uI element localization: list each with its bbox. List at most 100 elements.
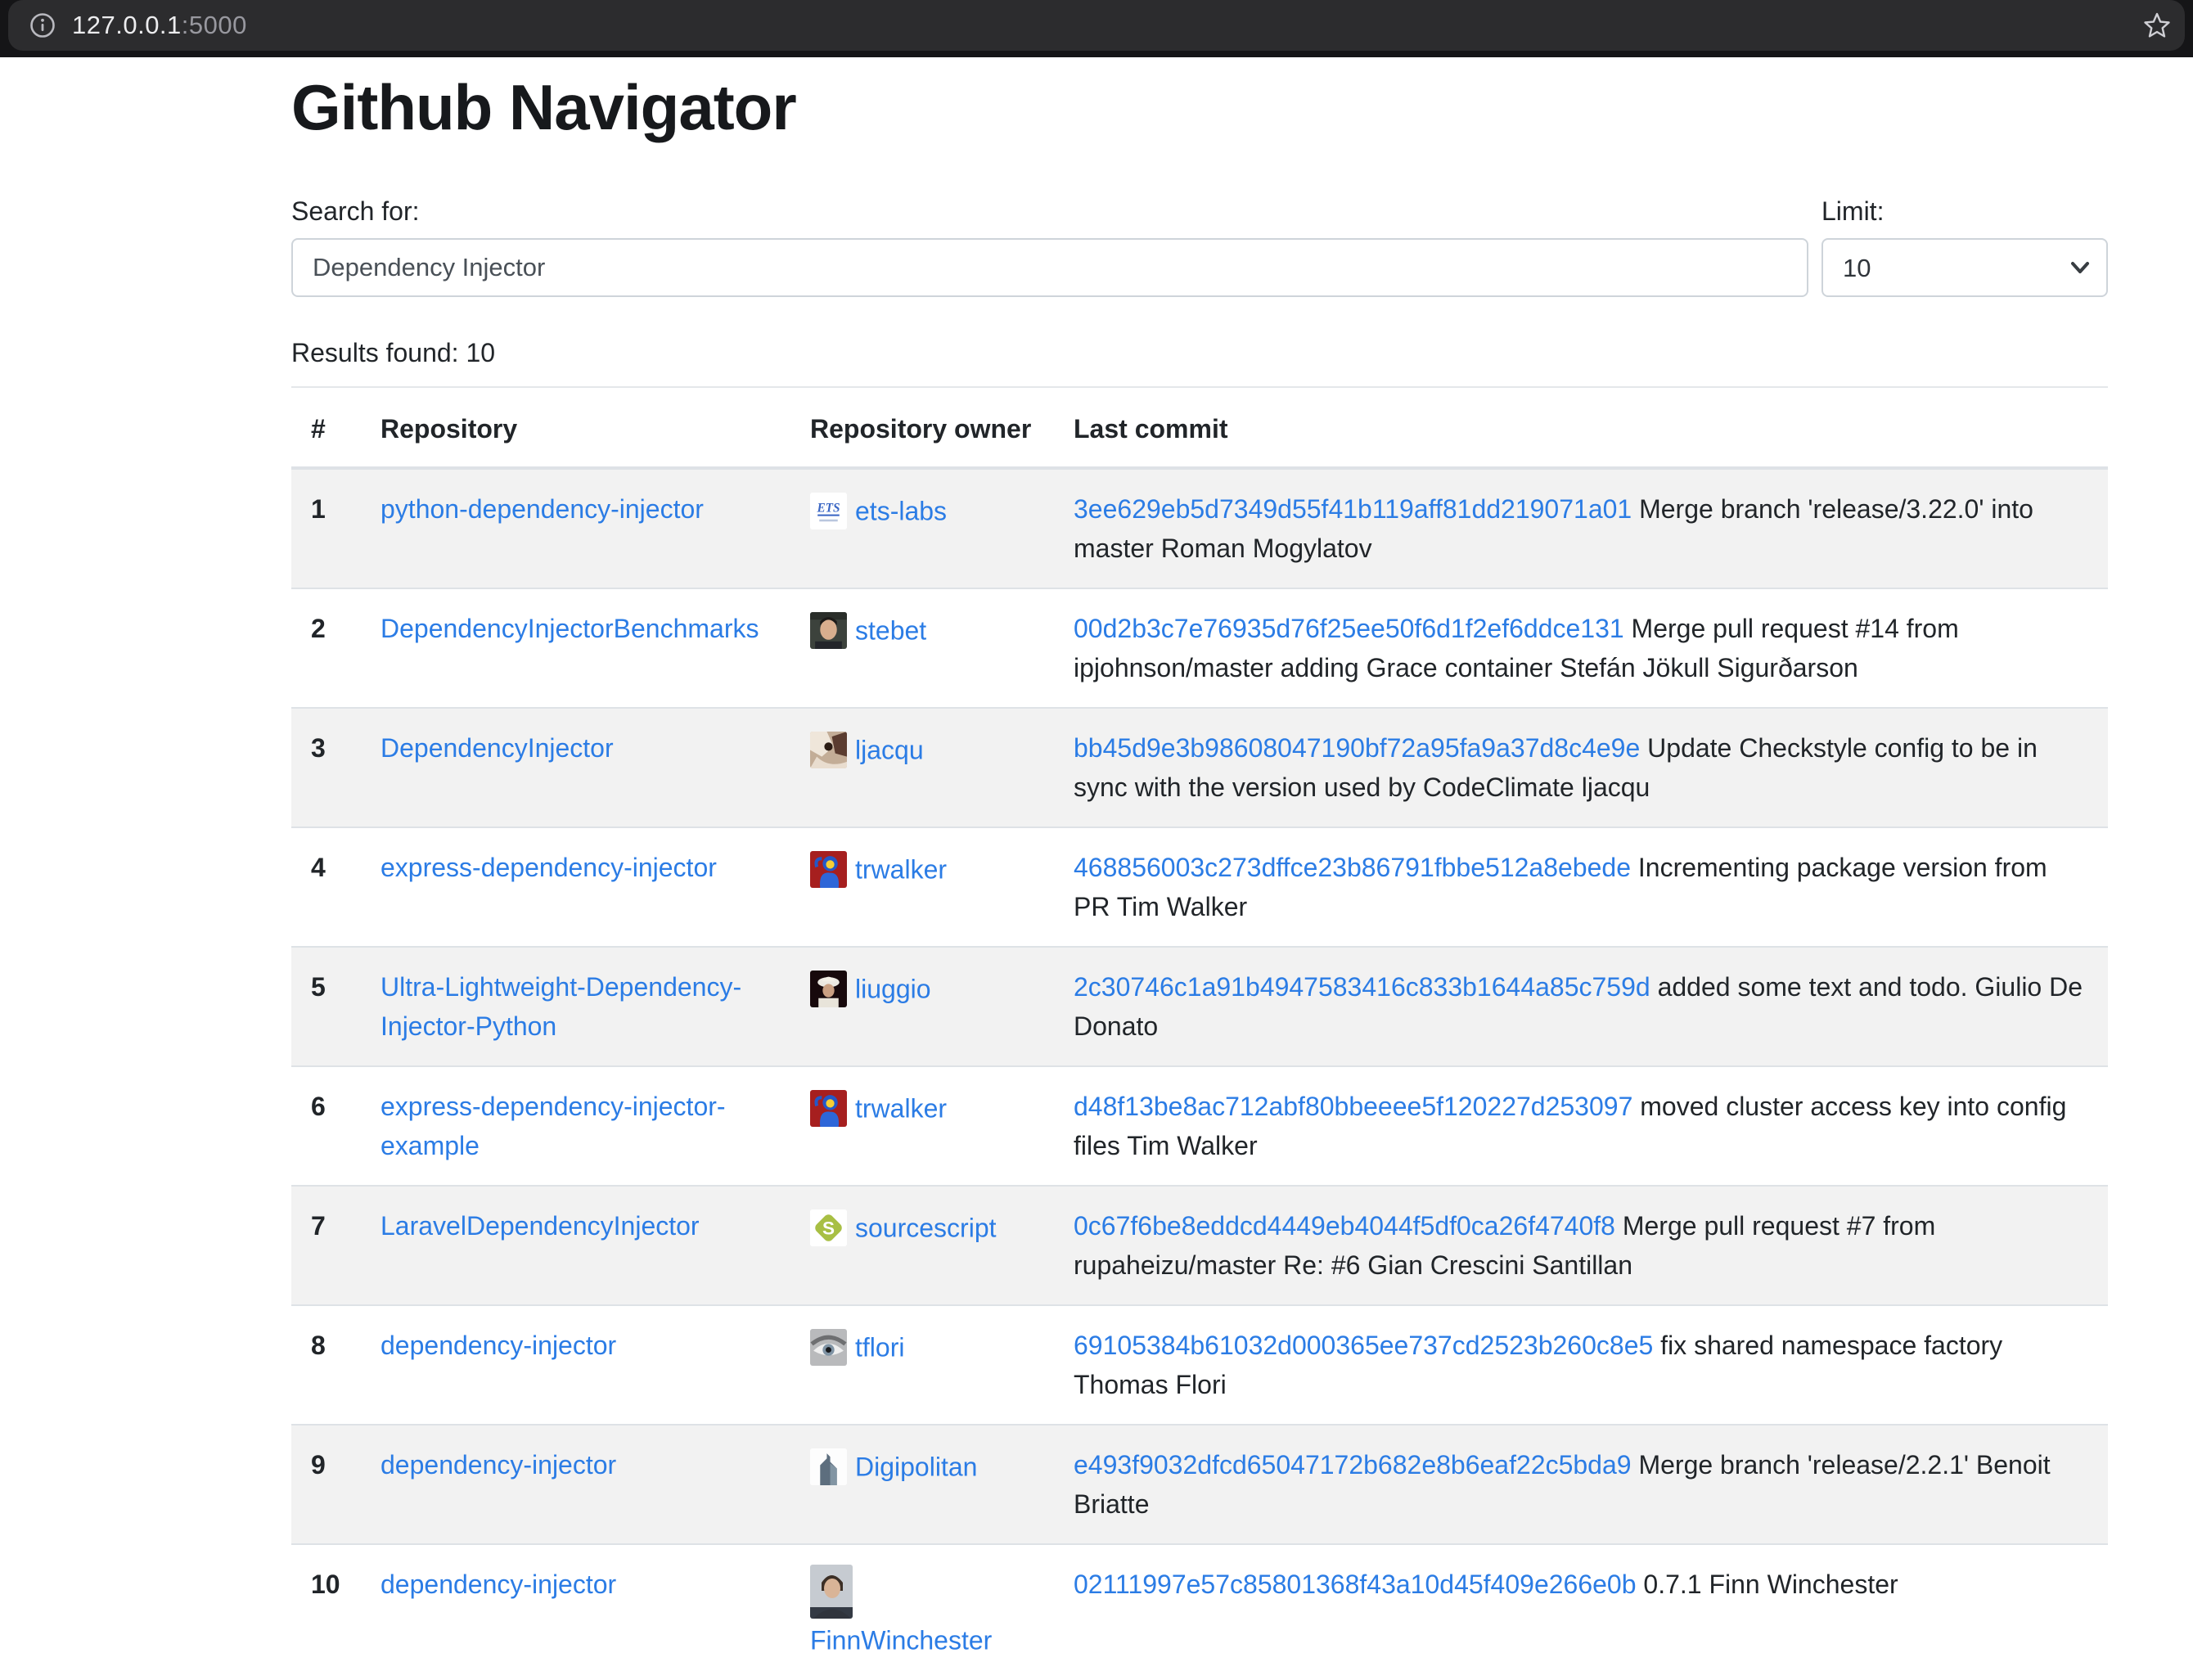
commit-hash-link[interactable]: 3ee629eb5d7349d55f41b119aff81dd219071a01 xyxy=(1074,494,1632,524)
results-table: # Repository Repository owner Last commi… xyxy=(291,388,2108,1680)
commit-cell: d48f13be8ac712abf80bbeeee5f120227d253097… xyxy=(1054,1066,2108,1186)
table-row: 7 LaravelDependencyInjector Ssourcescrip… xyxy=(291,1186,2108,1305)
url-host: 127.0.0.1 xyxy=(72,11,182,39)
row-number: 8 xyxy=(291,1305,361,1425)
row-number: 7 xyxy=(291,1186,361,1305)
commit-hash-link[interactable]: 69105384b61032d000365ee737cd2523b260c8e5 xyxy=(1074,1331,1653,1360)
table-body: 1 python-dependency-injector ETS ets-labs… xyxy=(291,468,2108,1680)
commit-hash-link[interactable]: 2c30746c1a91b4947583416c833b1644a85c759d xyxy=(1074,972,1650,1002)
repository-link[interactable]: Ultra-Lightweight-Dependency-Injector-Py… xyxy=(381,972,741,1041)
commit-cell: 2c30746c1a91b4947583416c833b1644a85c759d… xyxy=(1054,947,2108,1066)
svg-text:ETS: ETS xyxy=(816,502,840,516)
avatar-digipolitan xyxy=(810,1448,847,1485)
repository-link[interactable]: express-dependency-injector xyxy=(381,853,717,882)
limit-label: Limit: xyxy=(1821,196,2108,227)
commit-hash-link[interactable]: 00d2b3c7e76935d76f25ee50f6d1f2ef6ddce131 xyxy=(1074,614,1624,643)
table-row: 10 dependency-injector FinnWinchester 02… xyxy=(291,1544,2108,1680)
limit-select[interactable]: 10 xyxy=(1821,238,2108,297)
owner-link[interactable]: sourcescript xyxy=(855,1214,997,1243)
commit-hash-link[interactable]: 468856003c273dffce23b86791fbbe512a8ebede xyxy=(1074,853,1631,882)
owner-link[interactable]: tflori xyxy=(855,1333,904,1362)
commit-cell: e493f9032dfcd65047172b682e8b6eaf22c5bda9… xyxy=(1054,1425,2108,1544)
repository-link[interactable]: DependencyInjectorBenchmarks xyxy=(381,614,759,643)
repository-cell: express-dependency-injector xyxy=(361,827,790,947)
row-number: 9 xyxy=(291,1425,361,1544)
commit-hash-link[interactable]: 02111997e57c85801368f43a10d45f409e266e0b xyxy=(1074,1570,1637,1599)
owner-cell: tflori xyxy=(790,1305,1054,1425)
owner-link[interactable]: trwalker xyxy=(855,1094,947,1124)
table-row: 5 Ultra-Lightweight-Dependency-Injector-… xyxy=(291,947,2108,1066)
repository-link[interactable]: LaravelDependencyInjector xyxy=(381,1211,700,1241)
avatar-finnwinchester xyxy=(810,1565,853,1619)
avatar-ets-labs: ETS xyxy=(810,493,847,529)
commit-cell: 69105384b61032d000365ee737cd2523b260c8e5… xyxy=(1054,1305,2108,1425)
avatar-liuggio xyxy=(810,971,847,1007)
owner-cell: stebet xyxy=(790,588,1054,708)
repository-link[interactable]: python-dependency-injector xyxy=(381,494,704,524)
header-repository: Repository xyxy=(361,388,790,468)
repository-link[interactable]: dependency-injector xyxy=(381,1331,616,1360)
header-number: # xyxy=(291,388,361,468)
repository-cell: DependencyInjectorBenchmarks xyxy=(361,588,790,708)
commit-hash-link[interactable]: e493f9032dfcd65047172b682e8b6eaf22c5bda9 xyxy=(1074,1450,1632,1480)
owner-cell: Ssourcescript xyxy=(790,1186,1054,1305)
owner-link[interactable]: FinnWinchester xyxy=(810,1626,992,1655)
repository-cell: express-dependency-injector-example xyxy=(361,1066,790,1186)
owner-cell: trwalker xyxy=(790,827,1054,947)
table-row: 2 DependencyInjectorBenchmarks stebet 00… xyxy=(291,588,2108,708)
row-number: 4 xyxy=(291,827,361,947)
owner-link[interactable]: Digipolitan xyxy=(855,1453,977,1482)
owner-cell: Digipolitan xyxy=(790,1425,1054,1544)
star-icon[interactable] xyxy=(2142,11,2172,40)
url-bar[interactable]: 127.0.0.1:5000 xyxy=(8,0,2185,51)
table-row: 9 dependency-injector Digipolitan e493f9… xyxy=(291,1425,2108,1544)
repository-link[interactable]: express-dependency-injector-example xyxy=(381,1092,726,1160)
svg-text:S: S xyxy=(822,1218,835,1239)
header-repository-owner: Repository owner xyxy=(790,388,1054,468)
header-last-commit: Last commit xyxy=(1054,388,2108,468)
repository-link[interactable]: dependency-injector xyxy=(381,1450,616,1480)
browser-chrome: 127.0.0.1:5000 xyxy=(0,0,2193,57)
table-row: 8 dependency-injector tflori 69105384b61… xyxy=(291,1305,2108,1425)
owner-link[interactable]: ets-labs xyxy=(855,497,947,526)
table-header-row: # Repository Repository owner Last commi… xyxy=(291,388,2108,468)
owner-cell: ljacqu xyxy=(790,708,1054,827)
row-number: 3 xyxy=(291,708,361,827)
results-count: Results found: 10 xyxy=(291,338,2108,368)
url-text: 127.0.0.1:5000 xyxy=(72,11,247,40)
owner-link[interactable]: liuggio xyxy=(855,975,931,1004)
row-number: 1 xyxy=(291,468,361,588)
avatar-tflori xyxy=(810,1329,847,1366)
owner-link[interactable]: stebet xyxy=(855,616,926,646)
table-row: 4 express-dependency-injector trwalker 4… xyxy=(291,827,2108,947)
commit-hash-link[interactable]: bb45d9e3b98608047190bf72a95fa9a37d8c4e9e xyxy=(1074,733,1640,763)
avatar-trwalker xyxy=(810,1090,847,1127)
row-number: 10 xyxy=(291,1544,361,1680)
row-number: 6 xyxy=(291,1066,361,1186)
row-number: 2 xyxy=(291,588,361,708)
avatar-trwalker xyxy=(810,851,847,888)
commit-hash-link[interactable]: 0c67f6be8eddcd4449eb4044f5df0ca26f4740f8 xyxy=(1074,1211,1615,1241)
commit-hash-link[interactable]: d48f13be8ac712abf80bbeeee5f120227d253097 xyxy=(1074,1092,1632,1121)
repository-cell: python-dependency-injector xyxy=(361,468,790,588)
row-number: 5 xyxy=(291,947,361,1066)
repository-cell: DependencyInjector xyxy=(361,708,790,827)
info-icon[interactable] xyxy=(29,12,56,38)
commit-cell: 468856003c273dffce23b86791fbbe512a8ebede… xyxy=(1054,827,2108,947)
repository-link[interactable]: DependencyInjector xyxy=(381,733,614,763)
avatar-stebet xyxy=(810,612,847,649)
owner-cell: FinnWinchester xyxy=(790,1544,1054,1680)
search-input[interactable] xyxy=(291,238,1808,297)
repository-cell: LaravelDependencyInjector xyxy=(361,1186,790,1305)
page-content: Github Navigator Search for: Limit: 10 R… xyxy=(0,70,2193,1680)
search-label: Search for: xyxy=(291,196,1808,227)
repository-cell: Ultra-Lightweight-Dependency-Injector-Py… xyxy=(361,947,790,1066)
avatar-ljacqu xyxy=(810,732,847,768)
owner-link[interactable]: ljacqu xyxy=(855,736,924,765)
owner-link[interactable]: trwalker xyxy=(855,855,947,885)
repository-link[interactable]: dependency-injector xyxy=(381,1570,616,1599)
repository-cell: dependency-injector xyxy=(361,1544,790,1680)
table-row: 3 DependencyInjector ljacqu bb45d9e3b986… xyxy=(291,708,2108,827)
repository-cell: dependency-injector xyxy=(361,1425,790,1544)
commit-cell: 0c67f6be8eddcd4449eb4044f5df0ca26f4740f8… xyxy=(1054,1186,2108,1305)
